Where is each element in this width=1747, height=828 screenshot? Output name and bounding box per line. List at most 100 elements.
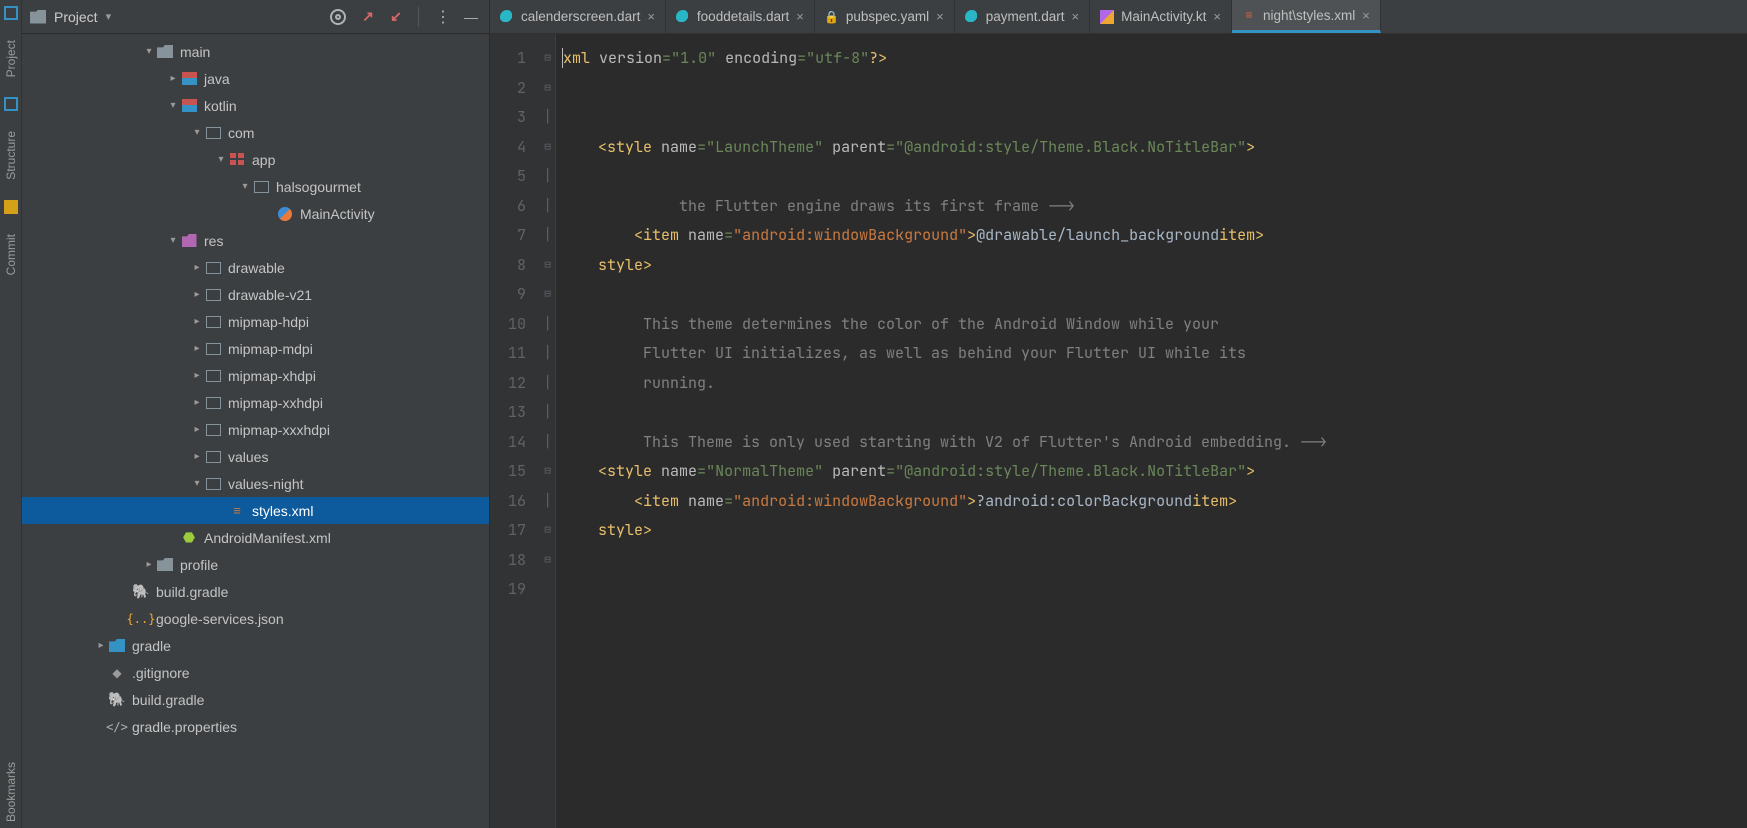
tree-item-build-gradle[interactable]: 🐘build.gradle <box>22 578 489 605</box>
close-icon[interactable]: × <box>936 9 944 24</box>
disclosure-icon[interactable]: ▾ <box>238 181 252 192</box>
disclosure-icon[interactable]: ▾ <box>166 235 180 246</box>
tree-item-values[interactable]: ▸values <box>22 443 489 470</box>
collapse-icon[interactable]: ↙ <box>384 7 404 27</box>
tree-item-mainactivity[interactable]: MainActivity <box>22 200 489 227</box>
tree-item-label: MainActivity <box>300 206 375 222</box>
tree-item-mipmap-mdpi[interactable]: ▸mipmap-mdpi <box>22 335 489 362</box>
commit-tool-icon[interactable] <box>4 200 18 214</box>
disclosure-icon[interactable]: ▾ <box>166 100 180 111</box>
tree-item-java[interactable]: ▸java <box>22 65 489 92</box>
fold-marker[interactable]: │ <box>540 487 555 517</box>
minimize-icon[interactable]: — <box>461 7 481 27</box>
tree-item-com[interactable]: ▾ com <box>22 119 489 146</box>
disclosure-icon[interactable]: ▸ <box>190 397 204 408</box>
more-icon[interactable]: ⋮ <box>433 7 453 27</box>
disclosure-icon[interactable]: ▸ <box>142 559 156 570</box>
fold-marker[interactable]: ⊟ <box>540 516 555 546</box>
disclosure-icon[interactable]: ▾ <box>190 127 204 138</box>
fold-marker[interactable]: │ <box>540 192 555 222</box>
tree-item-profile[interactable]: ▸profile <box>22 551 489 578</box>
toolstrip-project[interactable]: Project <box>4 34 18 83</box>
line-number: 7 <box>508 221 526 251</box>
disclosure-icon[interactable]: ▾ <box>142 46 156 57</box>
tree-item-androidmanifest-xml[interactable]: ⬣AndroidManifest.xml <box>22 524 489 551</box>
tab-night-styles-xml[interactable]: ≡night\styles.xml× <box>1232 0 1381 33</box>
tab-label: fooddetails.dart <box>697 9 789 24</box>
expand-icon[interactable]: ↗ <box>356 7 376 27</box>
disclosure-icon[interactable]: ▸ <box>190 316 204 327</box>
chevron-down-icon[interactable]: ▾ <box>106 10 112 23</box>
disclosure-icon[interactable]: ▾ <box>214 154 228 165</box>
editor[interactable]: 12345678910111213141516171819 ⊟⊟│⊟│││⊟⊟│… <box>490 34 1747 828</box>
target-icon[interactable] <box>328 7 348 27</box>
toolstrip-bookmarks[interactable]: Bookmarks <box>4 756 18 828</box>
fold-marker[interactable] <box>540 575 555 605</box>
fold-marker[interactable]: ⊟ <box>540 74 555 104</box>
tree-item-label: com <box>228 125 254 141</box>
tree-item-res[interactable]: ▾res <box>22 227 489 254</box>
close-icon[interactable]: × <box>1362 8 1370 23</box>
structure-tool-icon[interactable] <box>4 97 18 111</box>
project-tree[interactable]: ▾main▸java▾kotlin▾com▾app▾halsogourmetMa… <box>22 34 489 828</box>
toolstrip-commit[interactable]: Commit <box>4 228 18 281</box>
tree-item-app[interactable]: ▾app <box>22 146 489 173</box>
fold-marker[interactable]: │ <box>540 339 555 369</box>
fold-marker[interactable]: │ <box>540 162 555 192</box>
fold-marker[interactable]: ⊟ <box>540 44 555 74</box>
disclosure-icon[interactable]: ▸ <box>190 370 204 381</box>
close-icon[interactable]: × <box>796 9 804 24</box>
tab-calenderscreen-dart[interactable]: calenderscreen.dart× <box>490 0 666 33</box>
tree-item-gradle[interactable]: ▸gradle <box>22 632 489 659</box>
fold-marker[interactable]: │ <box>540 103 555 133</box>
close-icon[interactable]: × <box>1072 9 1080 24</box>
tree-item-main[interactable]: ▾main <box>22 38 489 65</box>
disclosure-icon[interactable]: ▾ <box>190 478 204 489</box>
line-number: 14 <box>508 428 526 458</box>
disclosure-icon[interactable]: ▸ <box>190 343 204 354</box>
tree-item-values-night[interactable]: ▾values-night <box>22 470 489 497</box>
disclosure-icon[interactable]: ▸ <box>94 640 108 651</box>
toolstrip-structure[interactable]: Structure <box>4 125 18 186</box>
tab-pubspec-yaml[interactable]: 🔒pubspec.yaml× <box>815 0 955 33</box>
fold-marker[interactable]: │ <box>540 221 555 251</box>
tree-item-build-gradle[interactable]: 🐘build.gradle <box>22 686 489 713</box>
tree-item-mipmap-xxxhdpi[interactable]: ▸mipmap-xxxhdpi <box>22 416 489 443</box>
disclosure-icon[interactable]: ▸ <box>190 289 204 300</box>
panel-title[interactable]: Project <box>54 9 98 25</box>
fold-marker[interactable]: ⊟ <box>540 546 555 576</box>
tree-item-mipmap-xhdpi[interactable]: ▸mipmap-xhdpi <box>22 362 489 389</box>
tree-item-drawable[interactable]: ▸drawable <box>22 254 489 281</box>
line-number: 10 <box>508 310 526 340</box>
tree-item-label: mipmap-hdpi <box>228 314 309 330</box>
disclosure-icon[interactable]: ▸ <box>190 424 204 435</box>
tree-item-mipmap-hdpi[interactable]: ▸ mipmap-hdpi <box>22 308 489 335</box>
code-area[interactable]: xml version="1.0" encoding="utf-8"?> <st… <box>556 34 1747 828</box>
project-tool-icon[interactable] <box>4 6 18 20</box>
disclosure-icon[interactable]: ▸ <box>190 451 204 462</box>
fold-marker[interactable]: │ <box>540 310 555 340</box>
tree-item-drawable-v21[interactable]: ▸drawable-v21 <box>22 281 489 308</box>
tree-item-kotlin[interactable]: ▾kotlin <box>22 92 489 119</box>
fold-marker[interactable]: ⊟ <box>540 280 555 310</box>
tree-item-halsogourmet[interactable]: ▾halsogourmet <box>22 173 489 200</box>
tab-fooddetails-dart[interactable]: fooddetails.dart × <box>666 0 815 33</box>
fold-marker[interactable]: ⊟ <box>540 251 555 281</box>
fold-marker[interactable]: │ <box>540 428 555 458</box>
close-icon[interactable]: × <box>647 9 655 24</box>
tree-item-gradle-properties[interactable]: </>gradle.properties <box>22 713 489 740</box>
close-icon[interactable]: × <box>1213 9 1221 24</box>
fold-marker[interactable]: ⊟ <box>540 133 555 163</box>
tab-payment-dart[interactable]: payment.dart× <box>955 0 1090 33</box>
tree-item--gitignore[interactable]: ◆.gitignore <box>22 659 489 686</box>
disclosure-icon[interactable]: ▸ <box>190 262 204 273</box>
fold-marker[interactable]: ⊟ <box>540 457 555 487</box>
fold-marker[interactable]: │ <box>540 398 555 428</box>
tree-item-styles-xml[interactable]: ≡styles.xml <box>22 497 489 524</box>
tree-item-google-services-json[interactable]: {..}google-services.json <box>22 605 489 632</box>
tab-mainactivity-kt[interactable]: MainActivity.kt× <box>1090 0 1232 33</box>
disclosure-icon[interactable]: ▸ <box>166 73 180 84</box>
code-line <box>562 103 1747 133</box>
tree-item-mipmap-xxhdpi[interactable]: ▸mipmap-xxhdpi <box>22 389 489 416</box>
fold-marker[interactable]: │ <box>540 369 555 399</box>
